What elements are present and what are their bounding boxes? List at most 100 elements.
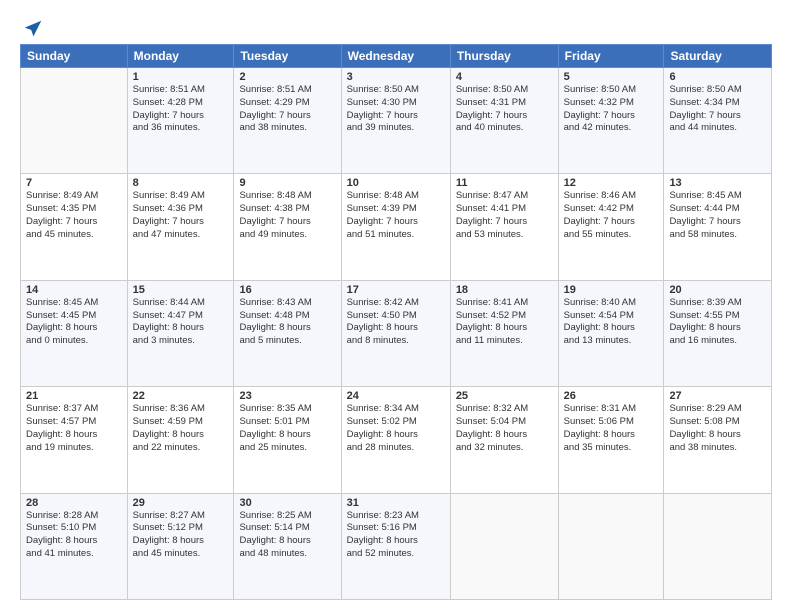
day-header-friday: Friday — [558, 45, 664, 68]
day-cell: 15Sunrise: 8:44 AMSunset: 4:47 PMDayligh… — [127, 280, 234, 386]
day-info: Sunrise: 8:50 AMSunset: 4:32 PMDaylight:… — [564, 84, 659, 135]
day-number: 23 — [239, 390, 335, 402]
day-info: Sunrise: 8:50 AMSunset: 4:31 PMDaylight:… — [456, 84, 553, 135]
day-info: Sunrise: 8:23 AMSunset: 5:16 PMDaylight:… — [347, 510, 445, 561]
day-info: Sunrise: 8:48 AMSunset: 4:39 PMDaylight:… — [347, 190, 445, 241]
day-number: 1 — [133, 71, 229, 83]
day-info: Sunrise: 8:51 AMSunset: 4:29 PMDaylight:… — [239, 84, 335, 135]
day-number: 8 — [133, 177, 229, 189]
day-info: Sunrise: 8:45 AMSunset: 4:44 PMDaylight:… — [669, 190, 766, 241]
day-cell: 6Sunrise: 8:50 AMSunset: 4:34 PMDaylight… — [664, 68, 772, 174]
day-cell: 21Sunrise: 8:37 AMSunset: 4:57 PMDayligh… — [21, 387, 128, 493]
day-cell: 23Sunrise: 8:35 AMSunset: 5:01 PMDayligh… — [234, 387, 341, 493]
day-info: Sunrise: 8:46 AMSunset: 4:42 PMDaylight:… — [564, 190, 659, 241]
day-info: Sunrise: 8:48 AMSunset: 4:38 PMDaylight:… — [239, 190, 335, 241]
day-info: Sunrise: 8:50 AMSunset: 4:30 PMDaylight:… — [347, 84, 445, 135]
day-cell: 16Sunrise: 8:43 AMSunset: 4:48 PMDayligh… — [234, 280, 341, 386]
day-number: 12 — [564, 177, 659, 189]
day-cell: 9Sunrise: 8:48 AMSunset: 4:38 PMDaylight… — [234, 174, 341, 280]
logo — [20, 18, 44, 36]
week-row-0: 1Sunrise: 8:51 AMSunset: 4:28 PMDaylight… — [21, 68, 772, 174]
day-number: 27 — [669, 390, 766, 402]
day-number: 24 — [347, 390, 445, 402]
day-cell: 17Sunrise: 8:42 AMSunset: 4:50 PMDayligh… — [341, 280, 450, 386]
header — [20, 18, 772, 36]
day-cell — [450, 493, 558, 599]
day-number: 13 — [669, 177, 766, 189]
calendar-header-row: SundayMondayTuesdayWednesdayThursdayFrid… — [21, 45, 772, 68]
day-cell: 26Sunrise: 8:31 AMSunset: 5:06 PMDayligh… — [558, 387, 664, 493]
day-info: Sunrise: 8:50 AMSunset: 4:34 PMDaylight:… — [669, 84, 766, 135]
day-number: 6 — [669, 71, 766, 83]
day-info: Sunrise: 8:39 AMSunset: 4:55 PMDaylight:… — [669, 297, 766, 348]
day-number: 31 — [347, 497, 445, 509]
day-number: 17 — [347, 284, 445, 296]
day-cell: 18Sunrise: 8:41 AMSunset: 4:52 PMDayligh… — [450, 280, 558, 386]
day-info: Sunrise: 8:34 AMSunset: 5:02 PMDaylight:… — [347, 403, 445, 454]
day-number: 22 — [133, 390, 229, 402]
day-number: 16 — [239, 284, 335, 296]
day-info: Sunrise: 8:27 AMSunset: 5:12 PMDaylight:… — [133, 510, 229, 561]
day-number: 30 — [239, 497, 335, 509]
day-number: 4 — [456, 71, 553, 83]
day-cell — [21, 68, 128, 174]
day-number: 18 — [456, 284, 553, 296]
day-header-thursday: Thursday — [450, 45, 558, 68]
day-cell: 3Sunrise: 8:50 AMSunset: 4:30 PMDaylight… — [341, 68, 450, 174]
day-number: 26 — [564, 390, 659, 402]
day-cell: 5Sunrise: 8:50 AMSunset: 4:32 PMDaylight… — [558, 68, 664, 174]
day-number: 2 — [239, 71, 335, 83]
day-cell: 27Sunrise: 8:29 AMSunset: 5:08 PMDayligh… — [664, 387, 772, 493]
day-number: 29 — [133, 497, 229, 509]
day-info: Sunrise: 8:28 AMSunset: 5:10 PMDaylight:… — [26, 510, 122, 561]
day-info: Sunrise: 8:43 AMSunset: 4:48 PMDaylight:… — [239, 297, 335, 348]
day-info: Sunrise: 8:47 AMSunset: 4:41 PMDaylight:… — [456, 190, 553, 241]
day-cell — [664, 493, 772, 599]
day-cell: 14Sunrise: 8:45 AMSunset: 4:45 PMDayligh… — [21, 280, 128, 386]
day-header-wednesday: Wednesday — [341, 45, 450, 68]
week-row-3: 21Sunrise: 8:37 AMSunset: 4:57 PMDayligh… — [21, 387, 772, 493]
day-info: Sunrise: 8:29 AMSunset: 5:08 PMDaylight:… — [669, 403, 766, 454]
calendar: SundayMondayTuesdayWednesdayThursdayFrid… — [20, 44, 772, 600]
day-number: 19 — [564, 284, 659, 296]
day-cell: 7Sunrise: 8:49 AMSunset: 4:35 PMDaylight… — [21, 174, 128, 280]
day-number: 28 — [26, 497, 122, 509]
day-info: Sunrise: 8:41 AMSunset: 4:52 PMDaylight:… — [456, 297, 553, 348]
day-info: Sunrise: 8:49 AMSunset: 4:36 PMDaylight:… — [133, 190, 229, 241]
day-header-monday: Monday — [127, 45, 234, 68]
day-cell: 8Sunrise: 8:49 AMSunset: 4:36 PMDaylight… — [127, 174, 234, 280]
day-number: 7 — [26, 177, 122, 189]
day-cell: 20Sunrise: 8:39 AMSunset: 4:55 PMDayligh… — [664, 280, 772, 386]
day-info: Sunrise: 8:51 AMSunset: 4:28 PMDaylight:… — [133, 84, 229, 135]
day-cell: 11Sunrise: 8:47 AMSunset: 4:41 PMDayligh… — [450, 174, 558, 280]
day-cell: 24Sunrise: 8:34 AMSunset: 5:02 PMDayligh… — [341, 387, 450, 493]
day-number: 14 — [26, 284, 122, 296]
day-cell: 12Sunrise: 8:46 AMSunset: 4:42 PMDayligh… — [558, 174, 664, 280]
week-row-2: 14Sunrise: 8:45 AMSunset: 4:45 PMDayligh… — [21, 280, 772, 386]
day-info: Sunrise: 8:36 AMSunset: 4:59 PMDaylight:… — [133, 403, 229, 454]
day-info: Sunrise: 8:44 AMSunset: 4:47 PMDaylight:… — [133, 297, 229, 348]
day-cell: 13Sunrise: 8:45 AMSunset: 4:44 PMDayligh… — [664, 174, 772, 280]
day-cell — [558, 493, 664, 599]
day-number: 5 — [564, 71, 659, 83]
day-cell: 10Sunrise: 8:48 AMSunset: 4:39 PMDayligh… — [341, 174, 450, 280]
day-info: Sunrise: 8:45 AMSunset: 4:45 PMDaylight:… — [26, 297, 122, 348]
page: SundayMondayTuesdayWednesdayThursdayFrid… — [0, 0, 792, 612]
day-number: 20 — [669, 284, 766, 296]
day-info: Sunrise: 8:37 AMSunset: 4:57 PMDaylight:… — [26, 403, 122, 454]
day-cell: 29Sunrise: 8:27 AMSunset: 5:12 PMDayligh… — [127, 493, 234, 599]
day-info: Sunrise: 8:49 AMSunset: 4:35 PMDaylight:… — [26, 190, 122, 241]
day-number: 3 — [347, 71, 445, 83]
day-cell: 28Sunrise: 8:28 AMSunset: 5:10 PMDayligh… — [21, 493, 128, 599]
day-header-saturday: Saturday — [664, 45, 772, 68]
day-number: 25 — [456, 390, 553, 402]
day-number: 10 — [347, 177, 445, 189]
day-cell: 2Sunrise: 8:51 AMSunset: 4:29 PMDaylight… — [234, 68, 341, 174]
day-cell: 31Sunrise: 8:23 AMSunset: 5:16 PMDayligh… — [341, 493, 450, 599]
day-number: 15 — [133, 284, 229, 296]
day-header-sunday: Sunday — [21, 45, 128, 68]
week-row-1: 7Sunrise: 8:49 AMSunset: 4:35 PMDaylight… — [21, 174, 772, 280]
day-number: 21 — [26, 390, 122, 402]
day-cell: 22Sunrise: 8:36 AMSunset: 4:59 PMDayligh… — [127, 387, 234, 493]
day-info: Sunrise: 8:35 AMSunset: 5:01 PMDaylight:… — [239, 403, 335, 454]
